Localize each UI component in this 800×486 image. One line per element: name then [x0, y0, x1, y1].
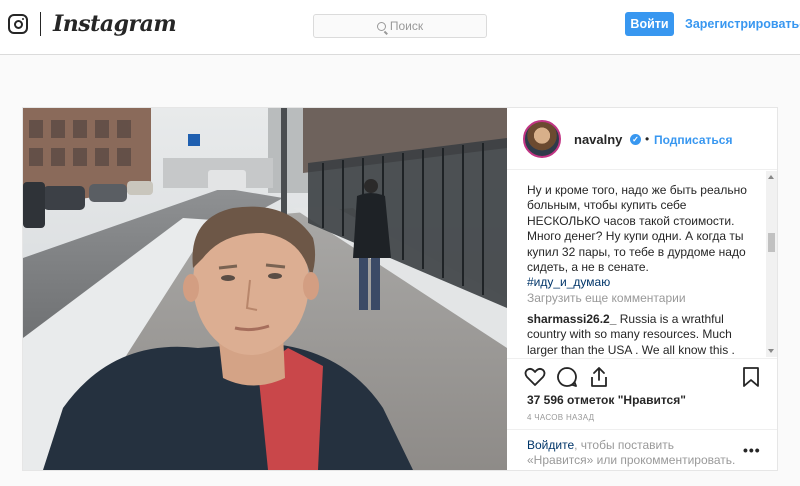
comment-icon[interactable] [555, 365, 579, 389]
login-prompt: Войдите, чтобы поставить «Нравится» или … [507, 429, 777, 471]
load-more-comments-button[interactable]: Загрузить еще комментарии [527, 291, 686, 305]
post-card: navalny ✓ • Подписаться Ну и кроме того,… [22, 107, 778, 471]
logo-divider [40, 12, 41, 36]
instagram-wordmark[interactable]: Instagram [53, 11, 177, 37]
scrollbar-thumb[interactable] [768, 233, 775, 252]
post-photo[interactable] [23, 108, 507, 470]
header-separator: • [645, 132, 650, 146]
likes-count[interactable]: 37 596 отметок "Нравится" [527, 393, 686, 407]
avatar[interactable] [523, 120, 561, 158]
more-options-icon[interactable]: ••• [743, 442, 761, 458]
post-sidebar: navalny ✓ • Подписаться Ну и кроме того,… [507, 108, 777, 470]
instagram-glyph-icon[interactable] [8, 14, 28, 34]
comments-area[interactable]: Ну и кроме того, надо же быть реально бо… [507, 171, 777, 357]
login-prompt-text: Войдите, чтобы поставить «Нравится» или … [527, 438, 737, 469]
heart-icon[interactable] [523, 365, 547, 389]
post-caption: Ну и кроме того, надо же быть реально бо… [527, 183, 755, 291]
post-header: navalny ✓ • Подписаться [507, 108, 777, 170]
top-navigation: Instagram Поиск Войти Зарегистрироваться [0, 0, 800, 55]
comments-scrollbar[interactable] [766, 171, 777, 357]
comment-item: sharmassi26.2_ Russia is a wrathful coun… [527, 312, 755, 357]
post-photo-illustration [23, 108, 507, 470]
post-actions: 37 596 отметок "Нравится" 4 ЧАСОВ НАЗАД … [507, 358, 777, 470]
signup-link[interactable]: Зарегистрироваться [685, 17, 800, 31]
comment-author[interactable]: sharmassi26.2_ [527, 312, 616, 326]
hashtag-link[interactable]: #иду_и_думаю [527, 275, 755, 290]
scroll-up-arrow-icon[interactable] [768, 175, 774, 179]
post-timestamp[interactable]: 4 ЧАСОВ НАЗАД [527, 413, 594, 422]
post-username[interactable]: navalny [574, 132, 622, 147]
search-placeholder: Поиск [389, 19, 424, 33]
search-input[interactable]: Поиск [313, 14, 487, 38]
caption-text: Ну и кроме того, надо же быть реально бо… [527, 183, 747, 275]
scroll-down-arrow-icon[interactable] [768, 349, 774, 353]
verified-badge-icon: ✓ [630, 134, 641, 145]
search-icon [376, 22, 386, 31]
share-icon[interactable] [587, 365, 611, 389]
bookmark-icon[interactable] [739, 365, 763, 389]
follow-button[interactable]: Подписаться [654, 133, 732, 147]
login-prompt-link[interactable]: Войдите [527, 438, 574, 452]
login-button[interactable]: Войти [625, 12, 674, 36]
